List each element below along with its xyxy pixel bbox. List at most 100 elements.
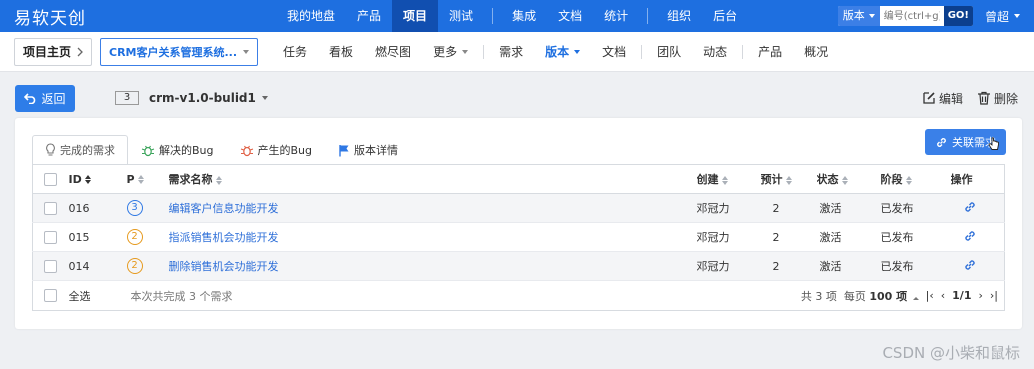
row-estimate: 2 xyxy=(760,222,817,252)
project-subnav: 任务 看板 燃尽图 更多 需求 版本 文档 团队 动态 产品 概况 xyxy=(272,43,839,60)
chevron-down-icon xyxy=(574,49,581,54)
subnav-doc[interactable]: 文档 xyxy=(591,43,637,60)
nav-item-project[interactable]: 项目 xyxy=(392,0,439,32)
subnav-story[interactable]: 需求 xyxy=(488,43,534,60)
sort-icon xyxy=(137,175,145,184)
row-priority: 2 xyxy=(126,251,169,281)
unlink-icon[interactable] xyxy=(963,258,977,272)
row-stage: 已发布 xyxy=(880,222,951,252)
col-name[interactable]: 需求名称 xyxy=(168,164,697,194)
select-all-header xyxy=(32,164,69,194)
sort-icon xyxy=(215,175,223,185)
tab-build-details[interactable]: 版本详情 xyxy=(325,135,411,164)
subnav-task[interactable]: 任务 xyxy=(272,43,318,60)
priority-badge: 2 xyxy=(126,229,143,245)
prev-page-icon[interactable]: ‹ xyxy=(941,289,945,302)
nav-item-dashboard[interactable]: 我的地盘 xyxy=(276,0,346,32)
col-status-label: 状态 xyxy=(816,173,839,186)
subnav-more[interactable]: 更多 xyxy=(422,43,479,60)
subnav-burndown[interactable]: 燃尽图 xyxy=(364,43,422,60)
subnav-overview[interactable]: 概况 xyxy=(793,43,839,60)
row-estimate: 2 xyxy=(760,193,817,223)
table-row: 016 3 编辑客户信息功能开发 邓冠力 2 激活 已发布 xyxy=(32,193,1005,223)
breadcrumb-project-home[interactable]: 项目主页 xyxy=(14,37,93,66)
row-stage: 已发布 xyxy=(880,193,951,223)
build-name: crm-v1.0-bulid1 xyxy=(149,91,268,105)
build-panel: 完成的需求 解决的Bug 产生的Bug 版本详情 关联需求 ID P 需求名称 … xyxy=(15,118,1022,329)
row-select xyxy=(32,222,69,252)
back-button[interactable]: 返回 xyxy=(15,84,75,112)
story-link[interactable]: 指派销售机会功能开发 xyxy=(169,231,279,244)
col-status[interactable]: 状态 xyxy=(816,164,881,194)
subnav-kanban[interactable]: 看板 xyxy=(318,43,364,60)
row-checkbox[interactable] xyxy=(44,259,58,273)
subnav-team[interactable]: 团队 xyxy=(646,43,692,60)
col-creator[interactable]: 创建 xyxy=(696,164,761,194)
back-button-label: 返回 xyxy=(41,91,66,106)
link-icon xyxy=(937,137,946,147)
tab-resolved-bugs[interactable]: 解决的Bug xyxy=(128,135,227,164)
search-input[interactable] xyxy=(879,6,944,26)
nav-item-ci[interactable]: 集成 xyxy=(501,0,547,32)
nav-item-admin[interactable]: 后台 xyxy=(702,0,748,32)
col-priority[interactable]: P xyxy=(126,164,169,194)
subnav-product[interactable]: 产品 xyxy=(747,43,793,60)
row-id: 016 xyxy=(68,193,127,223)
row-select xyxy=(32,193,69,223)
pager-page: 1/1 xyxy=(952,289,972,302)
subnav-dynamic[interactable]: 动态 xyxy=(692,43,738,60)
back-arrow-icon xyxy=(24,92,36,104)
col-id-label: ID xyxy=(68,172,82,186)
nav-item-product[interactable]: 产品 xyxy=(346,0,392,32)
pager-per-page[interactable]: 每页 100 项 xyxy=(844,288,919,304)
story-link[interactable]: 编辑客户信息功能开发 xyxy=(169,202,279,215)
row-name: 编辑客户信息功能开发 xyxy=(168,193,697,223)
search-box: 版本 GO! xyxy=(837,6,973,26)
col-estimate[interactable]: 预计 xyxy=(760,164,817,194)
sub-navbar: 项目主页 CRM客户关系管理系统... 任务 看板 燃尽图 更多 需求 版本 文… xyxy=(0,32,1034,72)
row-id: 014 xyxy=(68,251,127,281)
story-link[interactable]: 删除销售机会功能开发 xyxy=(169,260,279,273)
pager-cell: 共 3 项 每页 100 项 |‹ ‹ 1/1 › ›| xyxy=(697,281,1005,311)
row-actions xyxy=(950,222,1005,252)
nav-item-test[interactable]: 测试 xyxy=(438,0,484,32)
select-all-label[interactable]: 全选 xyxy=(69,281,127,311)
tab-generated-bugs[interactable]: 产生的Bug xyxy=(227,135,326,164)
search-type-label: 版本 xyxy=(842,9,865,22)
nav-item-report[interactable]: 统计 xyxy=(593,0,639,32)
nav-item-doc[interactable]: 文档 xyxy=(547,0,593,32)
delete-button[interactable]: 删除 xyxy=(977,90,1018,107)
tab-finished-stories[interactable]: 完成的需求 xyxy=(32,135,128,164)
chevron-down-icon xyxy=(243,49,250,54)
next-page-icon[interactable]: › xyxy=(978,289,982,302)
select-all-checkbox[interactable] xyxy=(44,289,58,303)
search-go-button[interactable]: GO! xyxy=(943,6,973,26)
edit-button[interactable]: 编辑 xyxy=(922,90,963,107)
user-menu[interactable]: 曾超 xyxy=(973,8,1034,25)
row-checkbox[interactable] xyxy=(44,230,58,244)
col-priority-label: P xyxy=(126,172,135,186)
footer-summary: 本次共完成 3 个需求 xyxy=(127,281,697,311)
row-checkbox[interactable] xyxy=(44,201,58,215)
col-stage[interactable]: 阶段 xyxy=(880,164,951,194)
tab-label: 产生的Bug xyxy=(257,144,313,157)
sort-desc-icon xyxy=(84,175,92,184)
nav-item-company[interactable]: 组织 xyxy=(656,0,702,32)
search-type-select[interactable]: 版本 xyxy=(837,6,880,26)
build-name-label: crm-v1.0-bulid1 xyxy=(149,91,256,105)
subnav-divider xyxy=(483,44,485,59)
last-page-icon[interactable]: ›| xyxy=(990,289,998,302)
breadcrumb-project-select[interactable]: CRM客户关系管理系统... xyxy=(100,37,259,66)
pager-per-page-value: 100 项 xyxy=(869,289,908,303)
build-selector[interactable]: 3 crm-v1.0-bulid1 xyxy=(115,91,268,105)
link-story-button[interactable]: 关联需求 xyxy=(925,129,1006,155)
first-page-icon[interactable]: |‹ xyxy=(926,289,934,302)
unlink-icon[interactable] xyxy=(963,229,977,243)
header-checkbox[interactable] xyxy=(44,172,58,186)
col-id[interactable]: ID xyxy=(68,164,127,194)
row-id: 015 xyxy=(68,222,127,252)
unlink-icon[interactable] xyxy=(963,200,977,214)
subnav-divider xyxy=(742,44,744,59)
subnav-build[interactable]: 版本 xyxy=(534,43,591,60)
brand-logo[interactable]: 易软天创 xyxy=(0,4,150,29)
